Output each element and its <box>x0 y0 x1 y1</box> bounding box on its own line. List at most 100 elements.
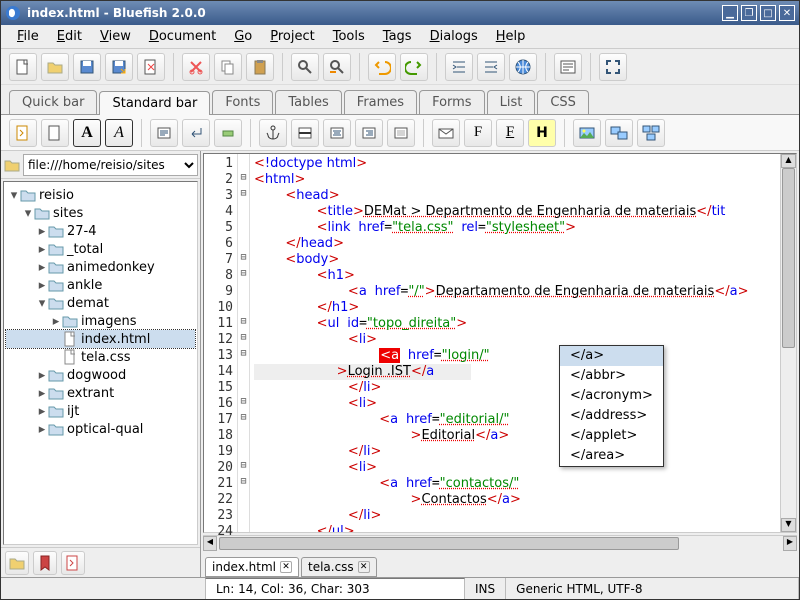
tree-item[interactable]: ▾sites <box>6 204 195 222</box>
menu-file[interactable]: File <box>9 27 47 46</box>
tree-item[interactable]: ▾demat <box>6 294 195 312</box>
body-button[interactable] <box>41 119 69 147</box>
autocomplete-item[interactable]: </abbr> <box>560 366 663 386</box>
document-tab[interactable]: tela.css✕ <box>301 557 377 577</box>
path-select[interactable]: file:///home/reisio/sites <box>23 154 198 176</box>
toolbar-tab-quick-bar[interactable]: Quick bar <box>9 90 97 114</box>
cut-button[interactable] <box>182 53 210 81</box>
toolbar-tab-forms[interactable]: Forms <box>419 90 485 114</box>
thumbnail-button[interactable] <box>605 119 633 147</box>
tree-item[interactable]: ▸optical-qual <box>6 420 195 438</box>
close-file-button[interactable] <box>137 53 165 81</box>
tree-item[interactable]: ▸ijt <box>6 402 195 420</box>
refresh-tree-button[interactable] <box>61 551 85 575</box>
browser-button[interactable] <box>509 53 537 81</box>
replace-button[interactable] <box>323 53 351 81</box>
tree-item[interactable]: ▸imagens <box>6 312 195 330</box>
toolbar-tab-css[interactable]: CSS <box>537 90 589 114</box>
toolbar-tab-standard-bar[interactable]: Standard bar <box>99 91 210 115</box>
menu-view[interactable]: View <box>92 27 139 46</box>
preferences-button[interactable] <box>554 53 582 81</box>
unindent-button[interactable] <box>477 53 505 81</box>
paste-button[interactable] <box>246 53 274 81</box>
scroll-down-button[interactable]: ▼ <box>781 518 796 532</box>
undo-button[interactable] <box>368 53 396 81</box>
menu-tags[interactable]: Tags <box>375 27 420 46</box>
tree-item[interactable]: ▸27-4 <box>6 222 195 240</box>
paragraph-button[interactable] <box>150 119 178 147</box>
menu-help[interactable]: Help <box>488 27 534 46</box>
file-tree[interactable]: ▾reisio▾sites▸27-4▸_total▸animedonkey▸an… <box>3 181 198 545</box>
break-button[interactable] <box>182 119 210 147</box>
menu-document[interactable]: Document <box>141 27 224 46</box>
autocomplete-item[interactable]: </area> <box>560 446 663 466</box>
close-tab-icon[interactable]: ✕ <box>280 561 292 573</box>
save-button[interactable] <box>73 53 101 81</box>
tree-item[interactable]: ▸dogwood <box>6 366 195 384</box>
scroll-left-button[interactable]: ◀ <box>203 536 217 551</box>
basefont-button[interactable]: F <box>496 119 524 147</box>
autocomplete-item[interactable]: </applet> <box>560 426 663 446</box>
menubar: FileEditViewDocumentGoProjectToolsTagsDi… <box>1 25 799 49</box>
email-button[interactable] <box>432 119 460 147</box>
image-button[interactable] <box>573 119 601 147</box>
nbsp-button[interactable] <box>214 119 242 147</box>
vertical-scrollbar[interactable]: ▲ ▼ <box>780 154 796 532</box>
fullscreen-button[interactable] <box>599 53 627 81</box>
tree-item[interactable]: index.html <box>6 330 195 348</box>
document-tab[interactable]: index.html✕ <box>205 557 299 577</box>
open-button[interactable] <box>41 53 69 81</box>
autocomplete-popup[interactable]: </a></abbr></acronym></address></applet>… <box>559 345 664 467</box>
toolbar-tab-tables[interactable]: Tables <box>275 90 341 114</box>
quickstart-button[interactable] <box>9 119 37 147</box>
open-location-button[interactable] <box>5 551 29 575</box>
tree-item[interactable]: ▾reisio <box>6 186 195 204</box>
new-button[interactable] <box>9 53 37 81</box>
italic-button[interactable]: A <box>105 119 133 147</box>
close-tab-icon[interactable]: ✕ <box>358 561 370 573</box>
autocomplete-item[interactable]: </address> <box>560 406 663 426</box>
encoding: Generic HTML, UTF-8 <box>506 578 799 599</box>
tree-item[interactable]: ▸extrant <box>6 384 195 402</box>
comment-button[interactable] <box>387 119 415 147</box>
horizontal-scrollbar[interactable]: ◀ ▶ <box>203 535 797 551</box>
toolbar-tab-frames[interactable]: Frames <box>344 90 417 114</box>
scroll-thumb[interactable] <box>782 168 795 348</box>
close-button[interactable]: ✕ <box>779 5 795 21</box>
multi-thumbnail-button[interactable] <box>637 119 665 147</box>
toolbar-tab-list[interactable]: List <box>487 90 536 114</box>
menu-go[interactable]: Go <box>226 27 260 46</box>
maximize-button[interactable]: □ <box>760 5 776 21</box>
bookmark-button[interactable] <box>33 551 57 575</box>
indent-button[interactable] <box>445 53 473 81</box>
save-as-button[interactable] <box>105 53 133 81</box>
menu-edit[interactable]: Edit <box>49 27 90 46</box>
autocomplete-item[interactable]: </acronym> <box>560 386 663 406</box>
center-button[interactable] <box>323 119 351 147</box>
tree-item[interactable]: ▸ankle <box>6 276 195 294</box>
editor[interactable]: 123456789101112131415161718192021222324 … <box>203 153 797 533</box>
rightalign-button[interactable] <box>355 119 383 147</box>
scroll-up-button[interactable]: ▲ <box>781 154 796 168</box>
copy-button[interactable] <box>214 53 242 81</box>
tree-item[interactable]: ▸animedonkey <box>6 258 195 276</box>
minimize-button[interactable]: ▁ <box>722 5 738 21</box>
menu-tools[interactable]: Tools <box>325 27 373 46</box>
autocomplete-item[interactable]: </a> <box>560 346 663 366</box>
scroll-right-button[interactable]: ▶ <box>783 536 797 551</box>
toolbar-tab-fonts[interactable]: Fonts <box>212 90 273 114</box>
tree-item[interactable]: ▸_total <box>6 240 195 258</box>
hscroll-thumb[interactable] <box>219 537 679 550</box>
anchor-button[interactable] <box>259 119 287 147</box>
font-button[interactable]: F <box>464 119 492 147</box>
hrule-button[interactable] <box>291 119 319 147</box>
restore-button[interactable]: ❐ <box>741 5 757 21</box>
find-button[interactable] <box>291 53 319 81</box>
code-area[interactable]: <!doctype html> <html> <head> <title>DEM… <box>250 154 780 532</box>
menu-dialogs[interactable]: Dialogs <box>422 27 486 46</box>
heading-button[interactable]: H <box>528 119 556 147</box>
redo-button[interactable] <box>400 53 428 81</box>
bold-button[interactable]: A <box>73 119 101 147</box>
tree-item[interactable]: tela.css <box>6 348 195 366</box>
menu-project[interactable]: Project <box>262 27 323 46</box>
